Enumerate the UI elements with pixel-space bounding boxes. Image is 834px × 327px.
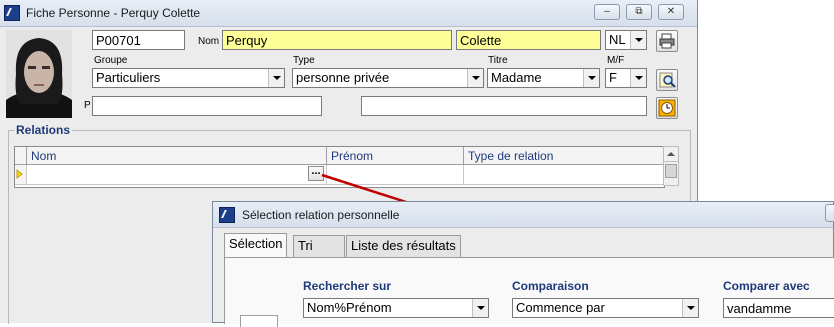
side-control[interactable] bbox=[240, 315, 278, 327]
dialog-title: Sélection relation personnelle bbox=[242, 208, 400, 222]
comparaison-label: Comparaison bbox=[512, 279, 589, 293]
comparer-input[interactable]: vandamme bbox=[723, 298, 834, 318]
selection-dialog: Sélection relation personnelle Sélection… bbox=[212, 201, 834, 327]
comparaison-select[interactable]: Commence par bbox=[512, 298, 699, 318]
dialog-close-button[interactable] bbox=[825, 204, 834, 222]
selection-panel: Rechercher sur Nom%Prénom Comparaison Co… bbox=[224, 257, 834, 327]
chevron-down-icon[interactable] bbox=[472, 299, 488, 317]
dialog-app-icon bbox=[219, 207, 235, 223]
tab-liste-resultats[interactable]: Liste des résultats bbox=[346, 235, 461, 257]
rechercher-label: Rechercher sur bbox=[303, 279, 392, 293]
rechercher-value: Nom%Prénom bbox=[307, 300, 392, 315]
comparaison-value: Commence par bbox=[516, 300, 605, 315]
tab-selection[interactable]: Sélection bbox=[224, 233, 288, 258]
comparer-label: Comparer avec bbox=[723, 279, 810, 293]
chevron-down-icon[interactable] bbox=[682, 299, 698, 317]
rechercher-select[interactable]: Nom%Prénom bbox=[303, 298, 489, 318]
dialog-title-bar[interactable]: Sélection relation personnelle bbox=[213, 202, 834, 228]
tab-tri[interactable]: Tri bbox=[293, 235, 345, 257]
